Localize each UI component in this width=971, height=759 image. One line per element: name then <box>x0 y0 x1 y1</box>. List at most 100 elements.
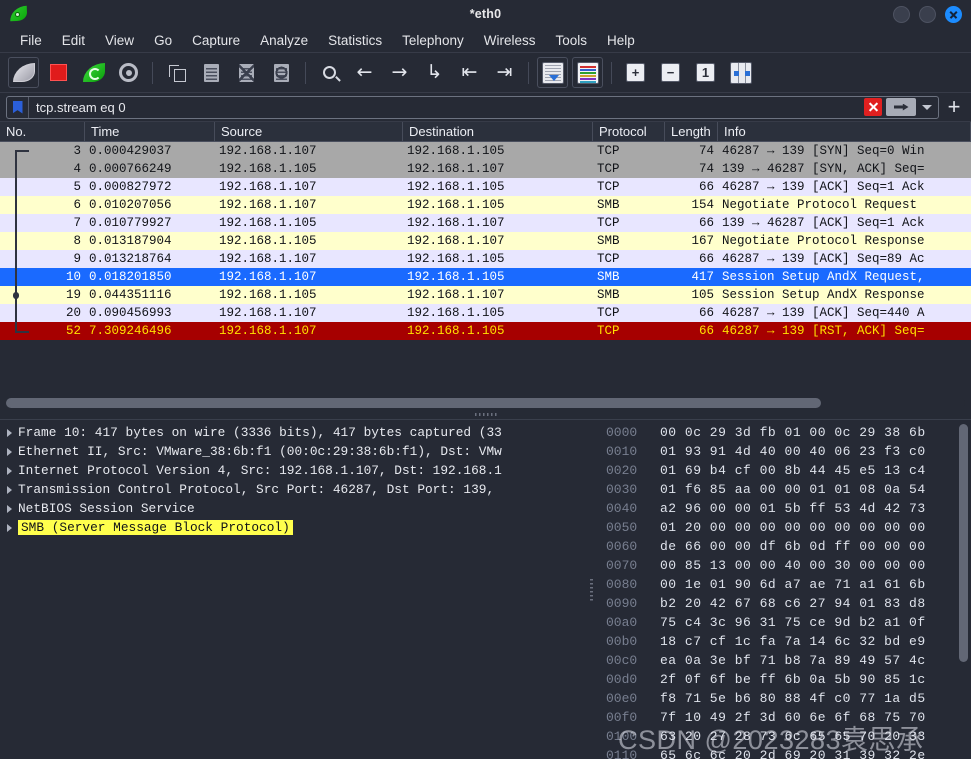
hex-dump-row[interactable]: 00d0 2f 0f 6f be ff 6b 0a 5b 90 85 1c <box>596 670 971 689</box>
go-to-last-icon[interactable]: ⇥ <box>489 57 520 88</box>
cell-source: 192.168.1.105 <box>219 162 317 176</box>
apply-filter-icon[interactable] <box>886 98 916 116</box>
hex-scrollbar-thumb[interactable] <box>959 424 968 663</box>
hex-dump-row[interactable]: 0080 00 1e 01 90 6d a7 ae 71 a1 61 6b <box>596 575 971 594</box>
vertical-splitter[interactable] <box>586 420 596 759</box>
column-header-time[interactable]: Time <box>85 122 215 141</box>
table-row[interactable]: 4 0.000766249 192.168.1.105 192.168.1.107 TC… <box>0 160 971 178</box>
hex-dump-row[interactable]: 0050 01 20 00 00 00 00 00 00 00 00 00 <box>596 518 971 537</box>
table-row[interactable]: 5 0.000827972 192.168.1.107 192.168.1.105 TC… <box>0 178 971 196</box>
menu-go[interactable]: Go <box>144 28 182 53</box>
table-row[interactable]: 6 0.010207056 192.168.1.107 192.168.1.105 SM… <box>0 196 971 214</box>
menu-statistics[interactable]: Statistics <box>318 28 392 53</box>
restart-capture-icon[interactable] <box>78 57 109 88</box>
packet-detail-pane[interactable]: Frame 10: 417 bytes on wire (3336 bits),… <box>0 420 586 759</box>
start-capture-icon[interactable] <box>8 57 39 88</box>
go-to-packet-icon[interactable]: ↳ <box>419 57 450 88</box>
zoom-reset-icon[interactable]: 1 <box>690 57 721 88</box>
maximize-button[interactable] <box>919 5 936 23</box>
hex-dump-row[interactable]: 00a0 75 c4 3c 96 31 75 ce 9d b2 a1 0f <box>596 613 971 632</box>
packet-bytes-pane[interactable]: 0000 00 0c 29 3d fb 01 00 0c 29 38 6b 0010… <box>596 420 971 759</box>
table-row[interactable]: 10 0.018201850 192.168.1.107 192.168.1.105 S… <box>0 268 971 286</box>
zoom-out-icon[interactable]: − <box>655 57 686 88</box>
menu-help[interactable]: Help <box>597 28 645 53</box>
hex-dump-row[interactable]: 0100 63 20 27 28 73 6c 65 65 70 20 33 <box>596 727 971 746</box>
hex-dump-row[interactable]: 0110 65 6c 6c 20 2d 69 20 31 39 32 2e <box>596 746 971 759</box>
add-filter-button[interactable]: + <box>943 94 965 120</box>
menu-analyze[interactable]: Analyze <box>250 28 318 53</box>
close-button[interactable] <box>945 5 962 23</box>
detail-tree-item[interactable]: Ethernet II, Src: VMware_38:6b:f1 (00:0c… <box>0 442 586 461</box>
open-file-icon[interactable] <box>161 57 192 88</box>
stop-capture-icon[interactable] <box>43 57 74 88</box>
clear-filter-icon[interactable] <box>864 98 882 116</box>
menu-tools[interactable]: Tools <box>545 28 597 53</box>
packet-list-rows[interactable]: 3 0.000429037 192.168.1.107 192.168.1.105 TC… <box>0 142 971 396</box>
table-row[interactable]: 20 0.090456993 192.168.1.107 192.168.1.105 T… <box>0 304 971 322</box>
table-row[interactable]: 52 7.309246496 192.168.1.107 192.168.1.105 T… <box>0 322 971 340</box>
horizontal-splitter[interactable] <box>0 410 971 419</box>
go-forward-icon[interactable]: → <box>384 57 415 88</box>
resize-columns-icon[interactable] <box>725 57 756 88</box>
minimize-button[interactable] <box>893 5 910 23</box>
packet-list-pane: No. Time Source Destination Protocol Len… <box>0 122 971 410</box>
table-row[interactable]: 3 0.000429037 192.168.1.107 192.168.1.105 TC… <box>0 142 971 160</box>
hex-dump-row[interactable]: 0060 de 66 00 00 df 6b 0d ff 00 00 00 <box>596 537 971 556</box>
hex-dump-row[interactable]: 0030 01 f6 85 aa 00 00 01 01 08 0a 54 <box>596 480 971 499</box>
menu-telephony[interactable]: Telephony <box>392 28 474 53</box>
close-file-icon[interactable] <box>231 57 262 88</box>
filter-input-wrapper[interactable]: tcp.stream eq 0 <box>6 95 939 119</box>
hex-dump-row[interactable]: 0020 01 69 b4 cf 00 8b 44 45 e5 13 c4 <box>596 461 971 480</box>
hex-dump-row[interactable]: 00f0 7f 10 49 2f 3d 60 6e 6f 68 75 70 <box>596 708 971 727</box>
column-header-protocol[interactable]: Protocol <box>593 122 665 141</box>
chevron-right-icon[interactable] <box>0 447 18 456</box>
menu-capture[interactable]: Capture <box>182 28 250 53</box>
detail-tree-item[interactable]: Transmission Control Protocol, Src Port:… <box>0 480 586 499</box>
chevron-right-icon[interactable] <box>0 428 18 437</box>
chevron-right-icon[interactable] <box>0 466 18 475</box>
go-back-icon[interactable]: ← <box>349 57 380 88</box>
go-to-first-icon[interactable]: ⇤ <box>454 57 485 88</box>
hex-dump-row[interactable]: 00e0 f8 71 5e b6 80 88 4f c0 77 1a d5 <box>596 689 971 708</box>
hex-dump-row[interactable]: 0000 00 0c 29 3d fb 01 00 0c 29 38 6b <box>596 423 971 442</box>
chevron-right-icon[interactable] <box>0 523 18 532</box>
menu-view[interactable]: View <box>95 28 144 53</box>
filter-input[interactable]: tcp.stream eq 0 <box>29 100 864 115</box>
column-header-dest[interactable]: Destination <box>403 122 593 141</box>
menu-file[interactable]: File <box>10 28 52 53</box>
column-header-no[interactable]: No. <box>0 122 85 141</box>
table-row[interactable]: 8 0.013187904 192.168.1.105 192.168.1.107 SM… <box>0 232 971 250</box>
chevron-down-icon[interactable] <box>920 98 934 116</box>
detail-tree-item[interactable]: Frame 10: 417 bytes on wire (3336 bits),… <box>0 423 586 442</box>
hex-vscrollbar[interactable] <box>959 424 968 755</box>
colorize-icon[interactable] <box>572 57 603 88</box>
capture-options-icon[interactable] <box>113 57 144 88</box>
column-header-length[interactable]: Length <box>665 122 718 141</box>
table-row[interactable]: 9 0.013218764 192.168.1.107 192.168.1.105 TC… <box>0 250 971 268</box>
detail-tree-item[interactable]: NetBIOS Session Service <box>0 499 586 518</box>
hex-dump-row[interactable]: 00c0 ea 0a 3e bf 71 b8 7a 89 49 57 4c <box>596 651 971 670</box>
chevron-right-icon[interactable] <box>0 504 18 513</box>
detail-tree-item[interactable]: Internet Protocol Version 4, Src: 192.16… <box>0 461 586 480</box>
zoom-in-icon[interactable]: + <box>620 57 651 88</box>
hscrollbar-thumb[interactable] <box>6 398 822 408</box>
hex-dump-row[interactable]: 00b0 18 c7 cf 1c fa 7a 14 6c 32 bd e9 <box>596 632 971 651</box>
save-file-icon[interactable] <box>196 57 227 88</box>
hex-dump-row[interactable]: 0090 b2 20 42 67 68 c6 27 94 01 83 d8 <box>596 594 971 613</box>
reload-file-icon[interactable] <box>266 57 297 88</box>
column-header-source[interactable]: Source <box>215 122 403 141</box>
packet-list-hscrollbar[interactable] <box>0 396 971 410</box>
hex-dump-row[interactable]: 0010 01 93 91 4d 40 00 40 06 23 f3 c0 <box>596 442 971 461</box>
menu-edit[interactable]: Edit <box>52 28 95 53</box>
hex-dump-row[interactable]: 0040 a2 96 00 00 01 5b ff 53 4d 42 73 <box>596 499 971 518</box>
table-row[interactable]: 19 0.044351116 192.168.1.105 192.168.1.107 S… <box>0 286 971 304</box>
menu-wireless[interactable]: Wireless <box>474 28 546 53</box>
find-packet-icon[interactable] <box>314 57 345 88</box>
table-row[interactable]: 7 0.010779927 192.168.1.105 192.168.1.107 TC… <box>0 214 971 232</box>
bookmark-icon[interactable] <box>7 96 29 118</box>
autoscroll-icon[interactable] <box>537 57 568 88</box>
detail-tree-item[interactable]: SMB (Server Message Block Protocol) <box>0 518 586 537</box>
column-header-info[interactable]: Info <box>718 122 971 141</box>
hex-dump-row[interactable]: 0070 00 85 13 00 00 40 00 30 00 00 00 <box>596 556 971 575</box>
chevron-right-icon[interactable] <box>0 485 18 494</box>
